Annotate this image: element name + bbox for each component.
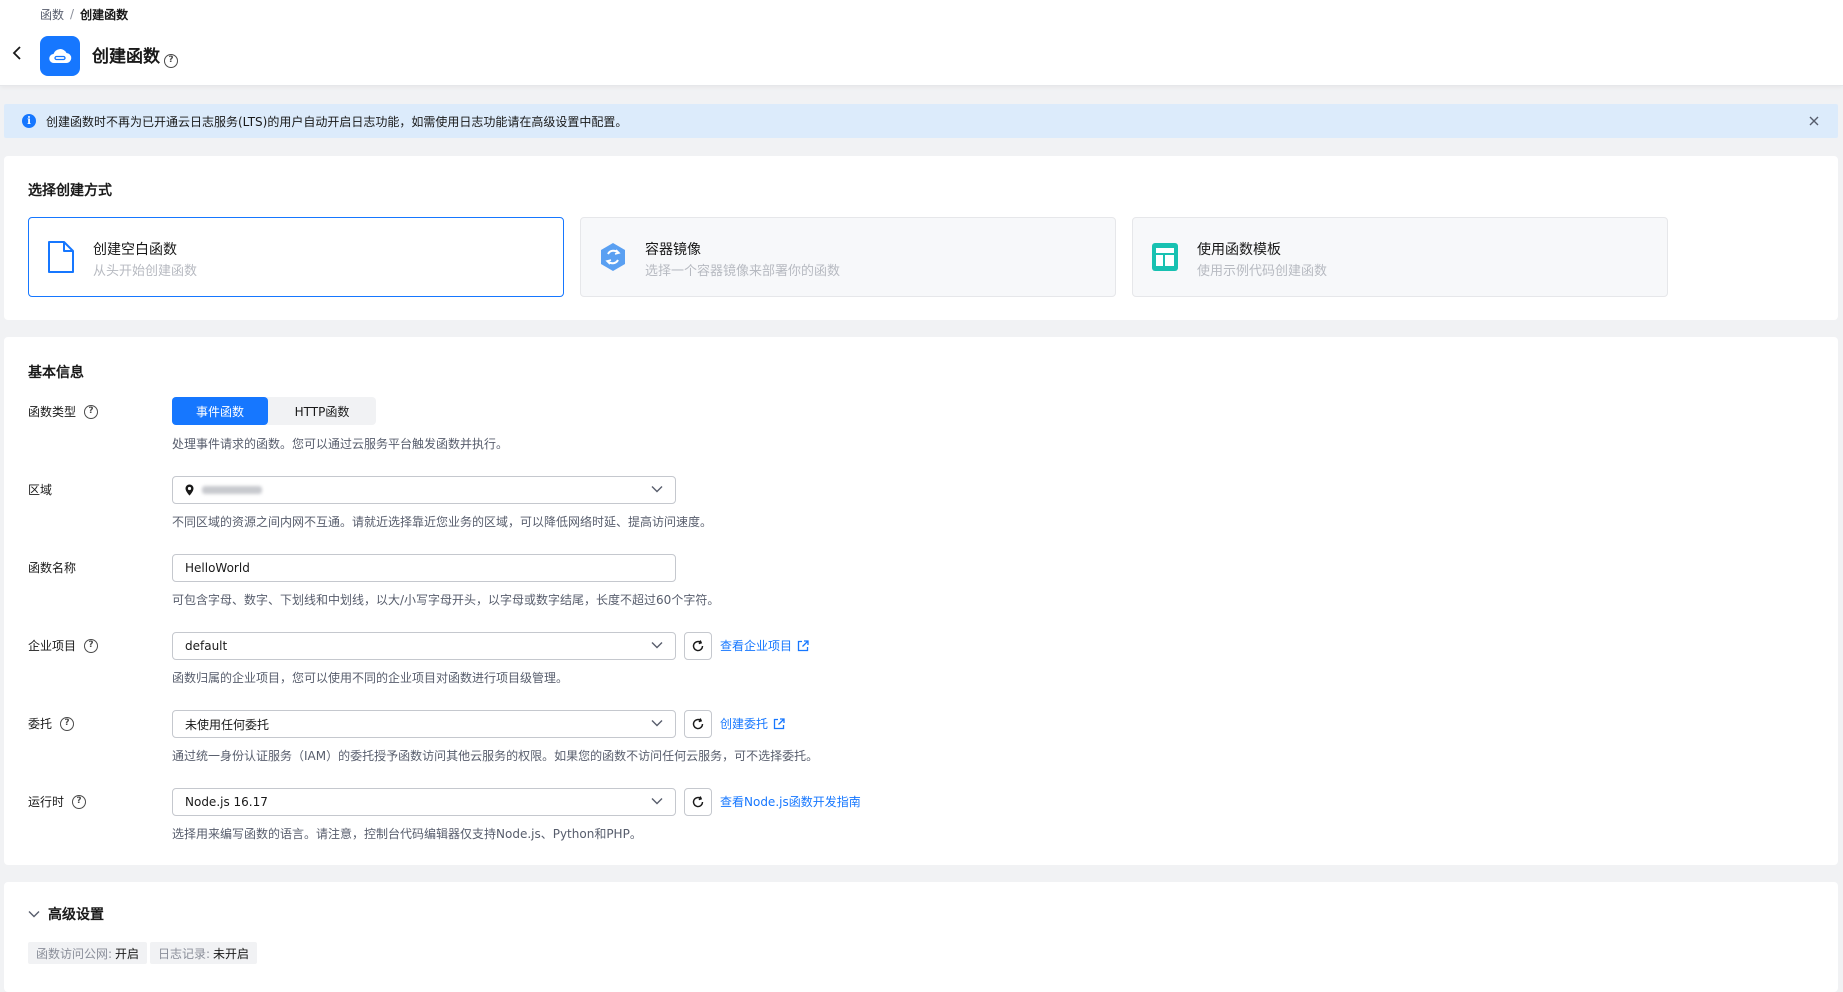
agency-label: 委托 ? — [28, 715, 75, 732]
method-desc: 从头开始创建函数 — [93, 264, 198, 279]
label-text: 委托 — [28, 717, 53, 731]
title-help[interactable]: ? — [164, 47, 178, 68]
tag-key: 日志记录: — [158, 946, 211, 961]
external-link-icon — [773, 717, 785, 729]
function-type-segmented: 事件函数 HTTP函数 — [172, 397, 376, 425]
nodejs-dev-guide-link[interactable]: 查看Node.js函数开发指南 — [720, 793, 861, 810]
refresh-icon — [692, 796, 704, 808]
label-text: 函数类型 — [28, 405, 77, 419]
function-type-event[interactable]: 事件函数 — [172, 397, 268, 425]
function-name-label: 函数名称 — [28, 559, 76, 576]
enterprise-project-value: default — [185, 639, 228, 653]
create-agency-link[interactable]: 创建委托 — [720, 715, 785, 732]
method-blank-function[interactable]: 创建空白函数 从头开始创建函数 — [28, 217, 564, 297]
region-select[interactable] — [172, 476, 676, 504]
notice-close-button[interactable] — [1806, 113, 1822, 129]
link-text: 创建委托 — [720, 717, 769, 731]
info-icon: i — [22, 114, 36, 128]
blank-file-icon — [48, 241, 74, 273]
region-value-redacted — [202, 486, 262, 494]
function-type-http[interactable]: HTTP函数 — [268, 397, 376, 425]
help-icon[interactable]: ? — [72, 794, 87, 809]
method-title: 容器镜像 — [645, 242, 701, 258]
basic-info-title: 基本信息 — [28, 365, 84, 381]
close-icon — [1809, 116, 1819, 126]
region-hint: 不同区域的资源之间内网不互通。请就近选择靠近您业务的区域，可以降低网络时延、提高… — [172, 515, 713, 529]
method-function-template[interactable]: 使用函数模板 使用示例代码创建函数 — [1132, 217, 1668, 297]
agency-refresh-button[interactable] — [684, 710, 712, 738]
label-text: 运行时 — [28, 795, 65, 809]
chevron-down-icon — [651, 720, 663, 727]
region-label: 区域 — [28, 481, 52, 498]
label-text: 企业项目 — [28, 639, 77, 653]
info-notice: i 创建函数时不再为已开通云日志服务(LTS)的用户自动开启日志功能，如需使用日… — [4, 104, 1838, 138]
runtime-refresh-button[interactable] — [684, 788, 712, 816]
method-title: 使用函数模板 — [1197, 242, 1281, 258]
log-record-tag: 日志记录: 未开启 — [150, 942, 258, 964]
help-icon[interactable]: ? — [60, 716, 75, 731]
back-button[interactable] — [8, 44, 26, 62]
refresh-icon — [692, 640, 704, 652]
method-container-image[interactable]: 容器镜像 选择一个容器镜像来部署你的函数 — [580, 217, 1116, 297]
help-icon[interactable]: ? — [84, 638, 99, 653]
tag-value: 开启 — [115, 946, 140, 961]
view-enterprise-project-link[interactable]: 查看企业项目 — [720, 637, 809, 654]
enterprise-project-label: 企业项目 ? — [28, 637, 99, 654]
agency-hint: 通过统一身份认证服务（IAM）的委托授予函数访问其他云服务的权限。如果您的函数不… — [172, 749, 819, 763]
advanced-settings-toggle[interactable]: 高级设置 — [28, 904, 104, 924]
enterprise-project-hint: 函数归属的企业项目，您可以使用不同的企业项目对函数进行项目级管理。 — [172, 671, 569, 685]
agency-value: 未使用任何委托 — [185, 717, 270, 732]
function-name-field[interactable] — [172, 554, 676, 582]
function-type-label: 函数类型 ? — [28, 403, 99, 420]
runtime-hint: 选择用来编写函数的语言。请注意，控制台代码编辑器仅支持Node.js、Pytho… — [172, 827, 642, 841]
enterprise-project-select[interactable]: default — [172, 632, 676, 660]
location-pin-icon — [185, 484, 194, 496]
advanced-settings-title: 高级设置 — [48, 907, 104, 923]
runtime-value: Node.js 16.17 — [185, 795, 268, 809]
tag-value: 未开启 — [213, 946, 250, 961]
cloud-function-icon — [49, 49, 72, 64]
help-icon: ? — [164, 53, 178, 68]
link-text: 查看Node.js函数开发指南 — [720, 795, 861, 809]
help-icon[interactable]: ? — [84, 404, 99, 419]
advanced-settings-card: 高级设置 函数访问公网: 开启 日志记录: 未开启 — [4, 882, 1838, 992]
breadcrumb: 函数 / 创建函数 — [40, 6, 128, 22]
runtime-select[interactable]: Node.js 16.17 — [172, 788, 676, 816]
chevron-down-icon — [651, 798, 663, 805]
notice-text: 创建函数时不再为已开通云日志服务(LTS)的用户自动开启日志功能，如需使用日志功… — [46, 114, 628, 129]
breadcrumb-separator: / — [70, 7, 75, 21]
link-text: 查看企业项目 — [720, 639, 793, 653]
creation-method-card: 选择创建方式 创建空白函数 从头开始创建函数 容器镜像 选择一个容器镜像来部署你… — [4, 156, 1838, 320]
method-title: 创建空白函数 — [93, 242, 177, 258]
chevron-down-icon — [28, 911, 40, 918]
method-desc: 选择一个容器镜像来部署你的函数 — [645, 264, 841, 279]
method-desc: 使用示例代码创建函数 — [1197, 264, 1328, 279]
basic-info-card: 基本信息 函数类型 ? 事件函数 HTTP函数 处理事件请求的函数。您可以通过云… — [4, 337, 1838, 865]
function-logo — [40, 36, 80, 76]
page-title: 创建函数 — [92, 47, 160, 67]
page-header: 函数 / 创建函数 创建函数 ? — [0, 0, 1843, 86]
breadcrumb-parent[interactable]: 函数 — [40, 6, 64, 23]
refresh-icon — [692, 718, 704, 730]
label-text: 区域 — [28, 483, 53, 497]
chevron-left-icon — [12, 46, 21, 60]
container-image-icon — [601, 243, 625, 271]
chevron-down-icon — [651, 642, 663, 649]
function-type-hint: 处理事件请求的函数。您可以通过云服务平台触发函数并执行。 — [172, 437, 509, 451]
label-text: 函数名称 — [28, 561, 77, 575]
breadcrumb-current: 创建函数 — [80, 7, 129, 22]
template-icon — [1152, 243, 1178, 271]
chevron-down-icon — [651, 486, 663, 493]
public-access-tag: 函数访问公网: 开启 — [28, 942, 148, 964]
agency-select[interactable]: 未使用任何委托 — [172, 710, 676, 738]
creation-method-title: 选择创建方式 — [28, 183, 112, 199]
enterprise-project-refresh-button[interactable] — [684, 632, 712, 660]
runtime-label: 运行时 ? — [28, 793, 87, 810]
function-name-input[interactable] — [185, 561, 663, 575]
external-link-icon — [797, 639, 809, 651]
tag-key: 函数访问公网: — [36, 946, 113, 961]
function-name-hint: 可包含字母、数字、下划线和中划线，以大/小写字母开头，以字母或数字结尾，长度不超… — [172, 593, 720, 607]
